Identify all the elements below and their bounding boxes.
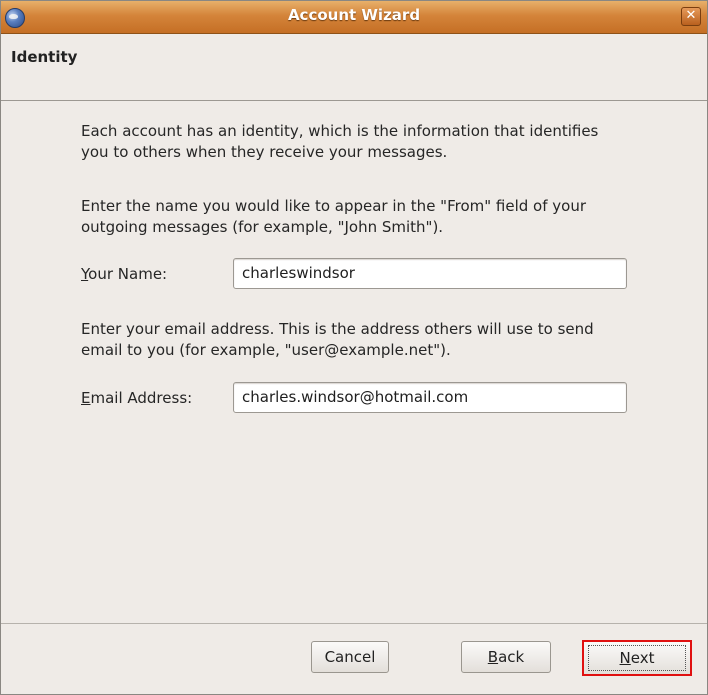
email-address-label: Email Address: [81,389,193,407]
next-button[interactable]: Next [582,640,692,676]
page-title: Identity [11,48,78,66]
intro-line: Each account has an identity, which is t… [81,122,599,140]
close-icon: ✕ [685,8,697,23]
window-title: Account Wizard [287,6,421,24]
email-help-line: Enter your email address. This is the ad… [81,320,594,338]
intro-text: Each account has an identity, which is t… [81,121,671,163]
name-help-line: outgoing messages (for example, "John Sm… [81,218,444,236]
title-bar[interactable]: Account Wizard ✕ [1,1,707,34]
name-help-line: Enter the name you would like to appear … [81,197,587,215]
footer-divider [1,623,707,624]
email-help-line: email to you (for example, "user@example… [81,341,451,359]
back-button[interactable]: Back [461,641,551,673]
email-help-text: Enter your email address. This is the ad… [81,319,671,361]
intro-line: you to others when they receive your mes… [81,143,448,161]
your-name-input[interactable]: charleswindsor [233,258,627,289]
email-address-input[interactable]: charles.windsor@hotmail.com [233,382,627,413]
wizard-content: Each account has an identity, which is t… [1,101,707,623]
cancel-button[interactable]: Cancel [311,641,389,673]
your-name-label: Your Name: [81,265,168,283]
page-header: Identity [1,34,707,101]
next-focus-ring: Next [588,645,686,671]
close-button[interactable]: ✕ [681,7,701,26]
name-help-text: Enter the name you would like to appear … [81,196,671,238]
account-wizard-window: Account Wizard ✕ Identity Each account h… [0,0,708,695]
